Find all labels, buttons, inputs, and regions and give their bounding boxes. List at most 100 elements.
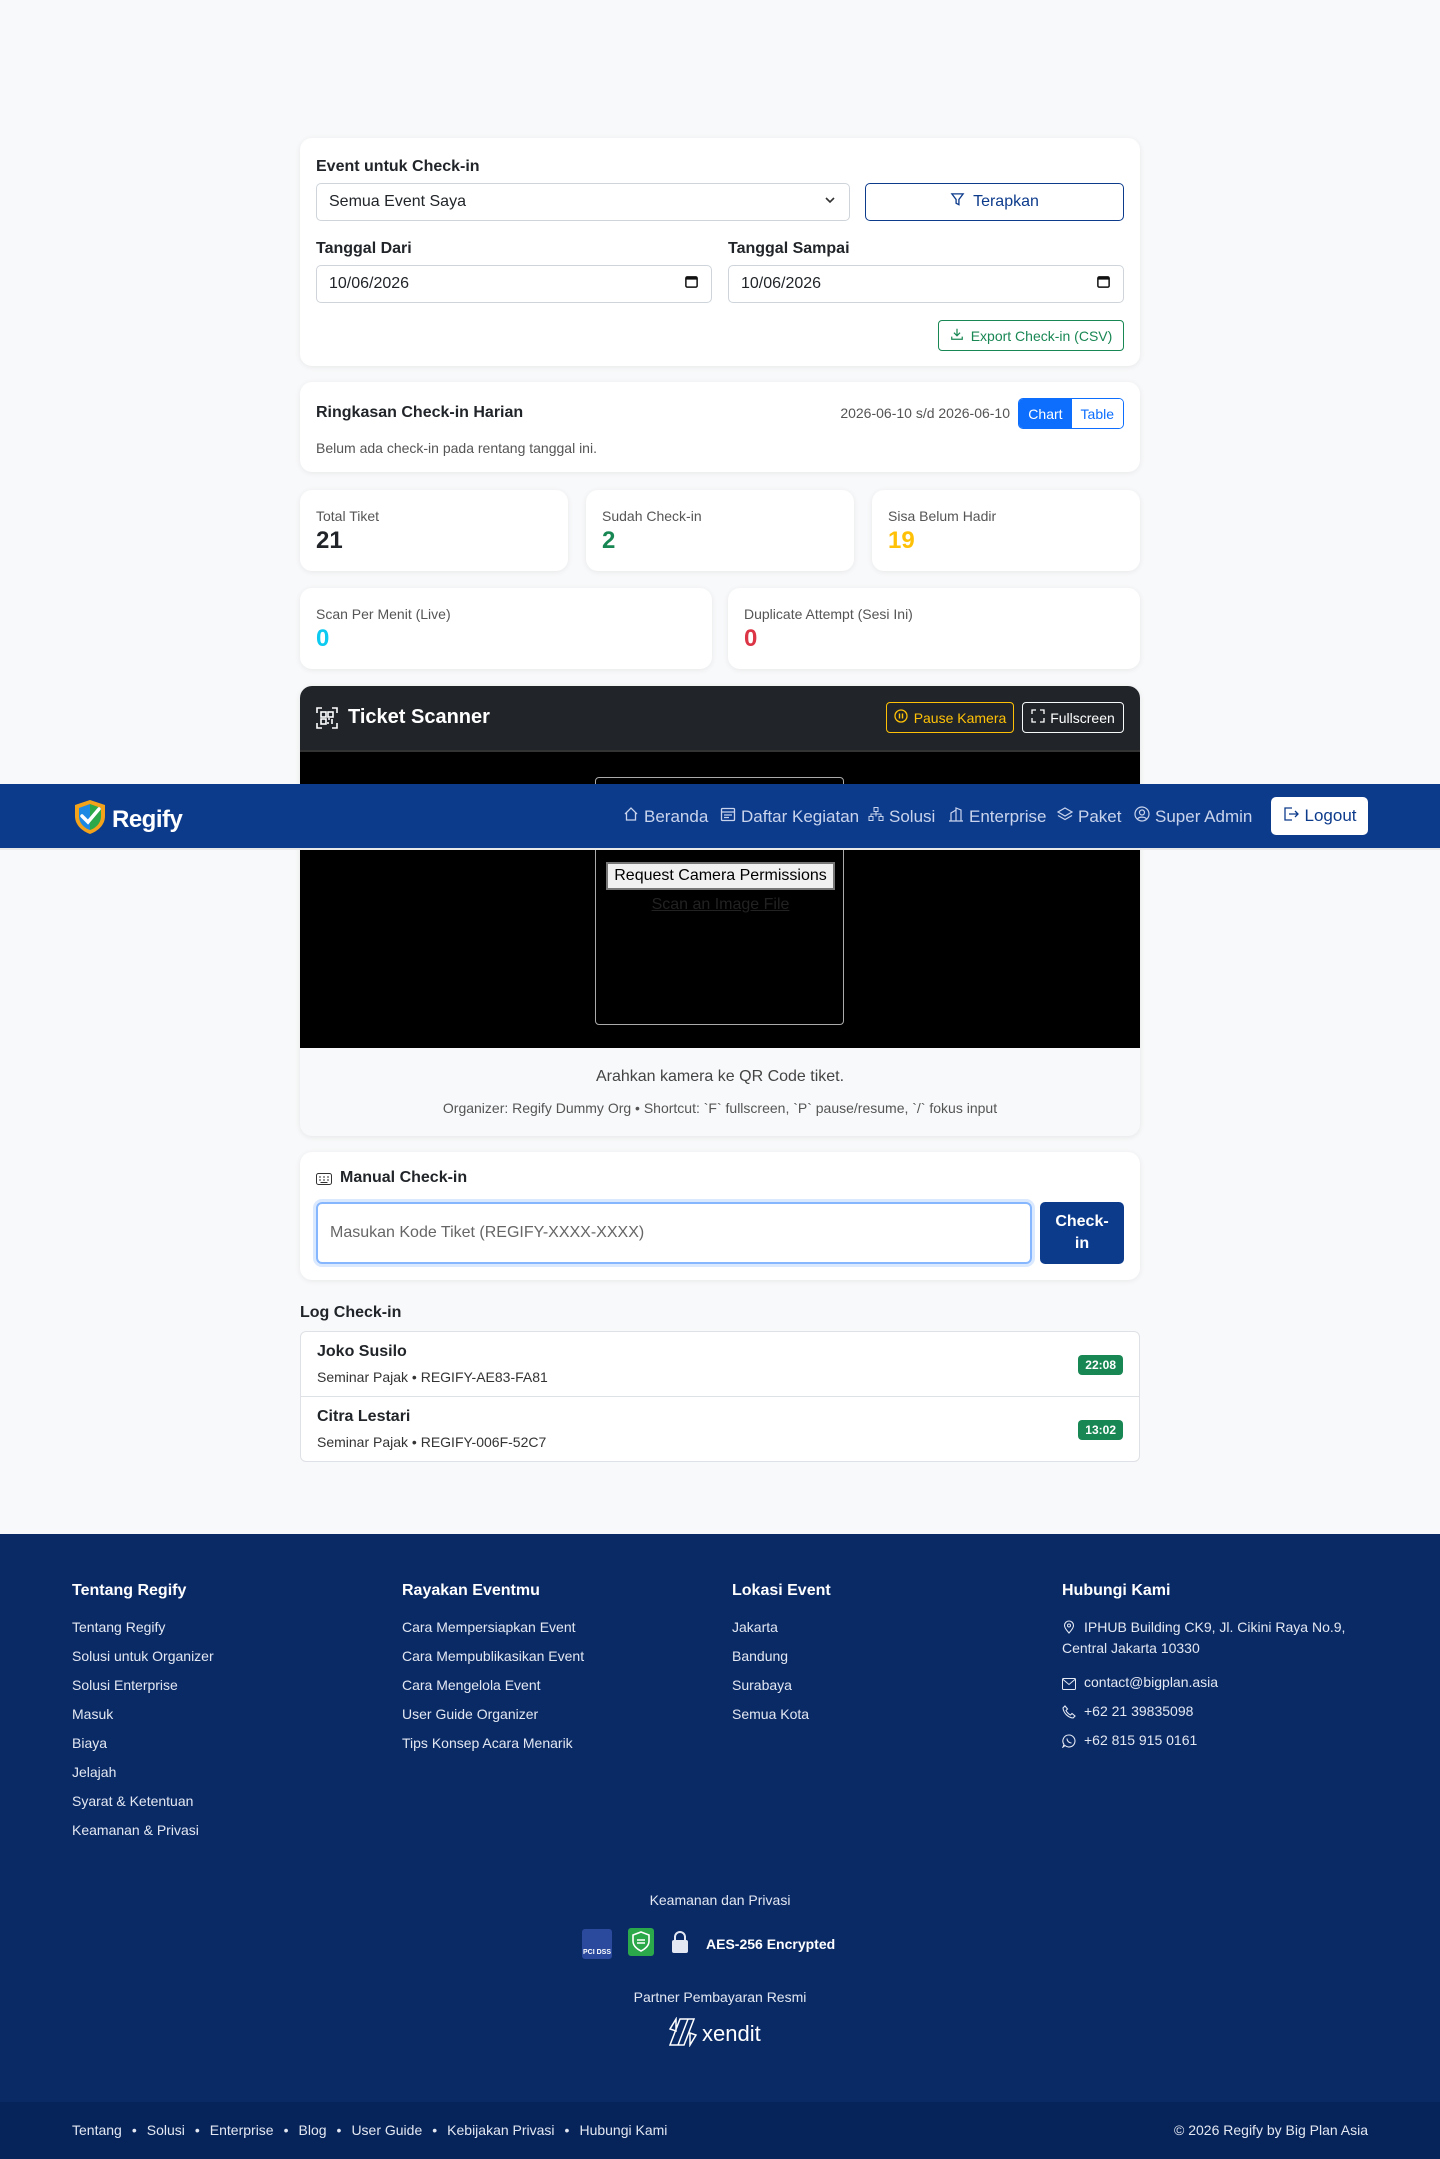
- apply-filter-label: Terapkan: [973, 193, 1039, 210]
- nav-enterprise[interactable]: Enterprise: [948, 806, 1046, 827]
- ticket-code-input[interactable]: Masukan Kode Tiket (REGIFY-XXXX-XXXX): [316, 1202, 1032, 1264]
- log-item-detail: Seminar Pajak • REGIFY-AE83-FA81: [317, 1369, 548, 1385]
- brand-logo[interactable]: Regify: [72, 798, 183, 841]
- stat-spm-label: Scan Per Menit (Live): [316, 606, 451, 622]
- scanner-meta: Organizer: Regify Dummy Org • Shortcut: …: [442, 1100, 998, 1116]
- chart-toggle-button[interactable]: Chart: [1019, 399, 1072, 428]
- date-to-value: 10/06/2026: [741, 275, 822, 292]
- filter-icon: [950, 192, 965, 212]
- bottom-link[interactable]: Solusi: [147, 2122, 185, 2138]
- pause-camera-button[interactable]: Pause Kamera: [886, 702, 1014, 733]
- log-item-time-badge: 13:02: [1078, 1420, 1123, 1440]
- request-camera-button[interactable]: Request Camera Permissions: [606, 862, 835, 890]
- footer-bottom-bar: Tentang • Solusi • Enterprise • Blog • U…: [0, 2102, 1440, 2159]
- logout-icon: [1283, 806, 1299, 827]
- lock-icon: [670, 1930, 690, 1959]
- separator-dot: •: [564, 2122, 570, 2138]
- nav-solutions-label: Solusi: [889, 806, 936, 826]
- footer-link[interactable]: Biaya: [72, 1735, 107, 1751]
- bottom-link[interactable]: Hubungi Kami: [579, 2122, 667, 2138]
- stat-spm-value: 0: [316, 625, 330, 652]
- log-item-name: Joko Susilo: [317, 1343, 407, 1360]
- footer-location-title: Lokasi Event: [732, 1582, 831, 1599]
- date-from-label: Tanggal Dari: [316, 240, 412, 257]
- top-navbar: Regify Beranda Daftar Kegiatan Solusi En…: [0, 784, 1440, 850]
- nav-packages[interactable]: Paket: [1056, 806, 1121, 827]
- scan-image-file-link[interactable]: Scan an Image File: [596, 896, 845, 914]
- footer-link[interactable]: Tentang Regify: [72, 1619, 165, 1635]
- bottom-link[interactable]: Kebijakan Privasi: [447, 2122, 554, 2138]
- separator-dot: •: [283, 2122, 289, 2138]
- nav-super-admin[interactable]: Super Admin: [1134, 806, 1252, 827]
- footer-phone[interactable]: +62 21 39835098: [1084, 1703, 1193, 1719]
- download-icon: [950, 327, 964, 344]
- calendar-list-icon: [720, 806, 736, 827]
- daily-summary-card: Ringkasan Check-in Harian 2026-06-10 s/d…: [300, 382, 1140, 472]
- date-to-input[interactable]: 10/06/2026: [728, 265, 1124, 303]
- footer-link[interactable]: Bandung: [732, 1648, 788, 1664]
- phone-icon: [1062, 1705, 1076, 1724]
- nav-enterprise-label: Enterprise: [969, 806, 1047, 826]
- stat-dup-label: Duplicate Attempt (Sesi Ini): [744, 606, 913, 622]
- footer-link[interactable]: Syarat & Ketentuan: [72, 1793, 193, 1809]
- nav-home-label: Beranda: [644, 806, 709, 826]
- stat-remaining: Sisa Belum Hadir 19: [872, 490, 1140, 571]
- footer-link[interactable]: Cara Mempersiapkan Event: [402, 1619, 576, 1635]
- checkin-submit-line2: in: [1074, 1235, 1090, 1252]
- footer-link[interactable]: Cara Mempublikasikan Event: [402, 1648, 584, 1664]
- nav-activities[interactable]: Daftar Kegiatan: [720, 806, 859, 827]
- chevron-down-icon: [823, 193, 837, 212]
- date-from-value: 10/06/2026: [329, 275, 410, 292]
- nav-home[interactable]: Beranda: [623, 806, 708, 827]
- bottom-link[interactable]: User Guide: [351, 2122, 422, 2138]
- stat-checked-in: Sudah Check-in 2: [586, 490, 854, 571]
- footer-about-title: Tentang Regify: [72, 1582, 187, 1599]
- log-item: Joko Susilo Seminar Pajak • REGIFY-AE83-…: [301, 1332, 1139, 1397]
- footer-email[interactable]: contact@bigplan.asia: [1084, 1674, 1218, 1690]
- checkin-submit-line1: Check-: [1055, 1213, 1109, 1230]
- checkin-submit-button[interactable]: Check- in: [1040, 1202, 1124, 1264]
- user-circle-icon: [1134, 806, 1150, 827]
- footer-link[interactable]: Tips Konsep Acara Menarik: [402, 1735, 573, 1751]
- pause-camera-label: Pause Kamera: [913, 709, 1007, 726]
- nav-solutions[interactable]: Solusi: [868, 806, 935, 827]
- ticket-code-placeholder: Masukan Kode Tiket (REGIFY-XXXX-XXXX): [330, 1224, 645, 1241]
- date-from-input[interactable]: 10/06/2026: [316, 265, 712, 303]
- table-toggle-button[interactable]: Table: [1071, 399, 1123, 428]
- security-title: Keamanan dan Privasi: [649, 1892, 791, 1908]
- summary-title: Ringkasan Check-in Harian: [316, 404, 524, 421]
- date-to-label: Tanggal Sampai: [728, 240, 850, 257]
- event-select-value: Semua Event Saya: [329, 193, 466, 210]
- stat-total-tickets: Total Tiket 21: [300, 490, 568, 571]
- event-select[interactable]: Semua Event Saya: [316, 183, 850, 221]
- xendit-name: xendit: [702, 2021, 761, 2046]
- footer-link[interactable]: Semua Kota: [732, 1706, 809, 1722]
- footer-link[interactable]: Jelajah: [72, 1764, 116, 1780]
- footer-link[interactable]: Masuk: [72, 1706, 113, 1722]
- footer-link[interactable]: Keamanan & Privasi: [72, 1822, 199, 1838]
- layers-icon: [1056, 806, 1074, 827]
- footer-link[interactable]: Cara Mengelola Event: [402, 1677, 541, 1693]
- footer-contact-title: Hubungi Kami: [1062, 1582, 1171, 1599]
- footer-link[interactable]: Solusi untuk Organizer: [72, 1648, 214, 1664]
- bottom-link[interactable]: Blog: [299, 2122, 327, 2138]
- footer-whatsapp[interactable]: +62 815 915 0161: [1084, 1732, 1197, 1748]
- bottom-link[interactable]: Enterprise: [210, 2122, 274, 2138]
- apply-filter-button[interactable]: Terapkan: [865, 183, 1124, 221]
- brand-name: Regify: [112, 805, 183, 833]
- footer-link[interactable]: Solusi Enterprise: [72, 1677, 178, 1693]
- footer-link[interactable]: Jakarta: [732, 1619, 778, 1635]
- buildings-icon: [948, 806, 964, 827]
- footer-link[interactable]: Surabaya: [732, 1677, 792, 1693]
- bottom-link[interactable]: Tentang: [72, 2122, 122, 2138]
- footer-address-line1: IPHUB Building CK9, Jl. Cikini Raya No.9…: [1084, 1619, 1346, 1635]
- pause-icon: [894, 709, 908, 726]
- footer-link[interactable]: User Guide Organizer: [402, 1706, 538, 1722]
- view-toggle: Chart Table: [1018, 398, 1124, 429]
- export-csv-button[interactable]: Export Check-in (CSV): [938, 320, 1124, 351]
- logout-button[interactable]: Logout: [1271, 797, 1368, 835]
- copyright: © 2026 Regify by Big Plan Asia: [1174, 2122, 1368, 2138]
- footer-address-line2: Central Jakarta 10330: [1062, 1640, 1200, 1656]
- fullscreen-button[interactable]: Fullscreen: [1022, 702, 1124, 733]
- envelope-icon: [1062, 1677, 1076, 1695]
